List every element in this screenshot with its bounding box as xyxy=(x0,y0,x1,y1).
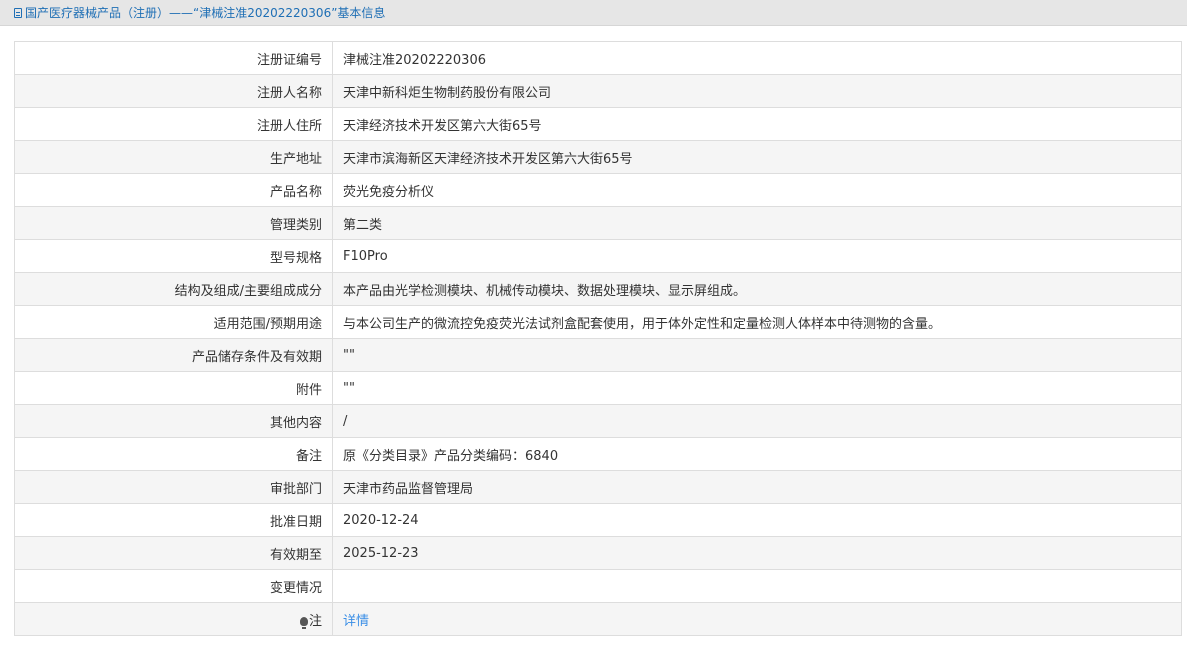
row-value-intended-use: 与本公司生产的微流控免疫荧光法试剂盒配套使用，用于体外定性和定量检测人体样本中待… xyxy=(332,305,1182,339)
row-value-approval-dept: 天津市药品监督管理局 xyxy=(332,470,1182,504)
table-row: 注 详情 xyxy=(14,602,1182,636)
row-value-production-address: 天津市滨海新区天津经济技术开发区第六大街65号 xyxy=(332,140,1182,174)
row-label-attachment: 附件 xyxy=(14,371,333,405)
table-row: 审批部门 天津市药品监督管理局 xyxy=(14,470,1182,504)
row-value-registrant-name: 天津中新科炬生物制药股份有限公司 xyxy=(332,74,1182,108)
details-link[interactable]: 详情 xyxy=(343,614,369,629)
row-value-management-class: 第二类 xyxy=(332,206,1182,240)
row-value-registrant-address: 天津经济技术开发区第六大街65号 xyxy=(332,107,1182,141)
table-row: 生产地址 天津市滨海新区天津经济技术开发区第六大街65号 xyxy=(14,140,1182,174)
table-row: 其他内容 / xyxy=(14,404,1182,438)
row-value-other: / xyxy=(332,404,1182,438)
row-label-registrant-address: 注册人住所 xyxy=(14,107,333,141)
row-label-management-class: 管理类别 xyxy=(14,206,333,240)
row-value-note: 详情 xyxy=(332,602,1182,636)
row-label-approval-date: 批准日期 xyxy=(14,503,333,537)
row-value-approval-date: 2020-12-24 xyxy=(332,503,1182,537)
row-label-model-spec: 型号规格 xyxy=(14,239,333,273)
table-row: 批准日期 2020-12-24 xyxy=(14,503,1182,537)
table-row: 结构及组成/主要组成成分 本产品由光学检测模块、机械传动模块、数据处理模块、显示… xyxy=(14,272,1182,306)
table-row: 注册证编号 津械注准20202220306 xyxy=(14,41,1182,75)
row-label-valid-until: 有效期至 xyxy=(14,536,333,570)
row-label-remarks: 备注 xyxy=(14,437,333,471)
breadcrumb: 国产医疗器械产品（注册）——“津械注准20202220306”基本信息 xyxy=(0,0,1187,26)
table-row: 产品名称 荧光免疫分析仪 xyxy=(14,173,1182,207)
info-table: 注册证编号 津械注准20202220306 注册人名称 天津中新科炬生物制药股份… xyxy=(14,41,1182,636)
row-label-registrant-name: 注册人名称 xyxy=(14,74,333,108)
table-row: 附件 "" xyxy=(14,371,1182,405)
table-row: 注册人名称 天津中新科炬生物制药股份有限公司 xyxy=(14,74,1182,108)
row-label-registration-number: 注册证编号 xyxy=(14,41,333,75)
row-label-production-address: 生产地址 xyxy=(14,140,333,174)
row-value-storage: "" xyxy=(332,338,1182,372)
row-value-valid-until: 2025-12-23 xyxy=(332,536,1182,570)
breadcrumb-text: 国产医疗器械产品（注册）——“津械注准20202220306”基本信息 xyxy=(25,6,386,20)
table-row: 适用范围/预期用途 与本公司生产的微流控免疫荧光法试剂盒配套使用，用于体外定性和… xyxy=(14,305,1182,339)
row-value-registration-number: 津械注准20202220306 xyxy=(332,41,1182,75)
table-row: 产品储存条件及有效期 "" xyxy=(14,338,1182,372)
table-row: 有效期至 2025-12-23 xyxy=(14,536,1182,570)
table-row: 备注 原《分类目录》产品分类编码：6840 xyxy=(14,437,1182,471)
row-value-remarks: 原《分类目录》产品分类编码：6840 xyxy=(332,437,1182,471)
row-label-other: 其他内容 xyxy=(14,404,333,438)
row-label-structure: 结构及组成/主要组成成分 xyxy=(14,272,333,306)
row-value-structure: 本产品由光学检测模块、机械传动模块、数据处理模块、显示屏组成。 xyxy=(332,272,1182,306)
row-value-model-spec: F10Pro xyxy=(332,239,1182,273)
table-row: 型号规格 F10Pro xyxy=(14,239,1182,273)
lightbulb-icon xyxy=(299,616,308,629)
row-value-product-name: 荧光免疫分析仪 xyxy=(332,173,1182,207)
info-table-container: 注册证编号 津械注准20202220306 注册人名称 天津中新科炬生物制药股份… xyxy=(14,41,1182,636)
table-row: 管理类别 第二类 xyxy=(14,206,1182,240)
row-value-changes xyxy=(332,569,1182,603)
note-label: 注 xyxy=(308,613,322,629)
table-row: 变更情况 xyxy=(14,569,1182,603)
row-value-attachment: "" xyxy=(332,371,1182,405)
row-label-approval-dept: 审批部门 xyxy=(14,470,333,504)
row-label-intended-use: 适用范围/预期用途 xyxy=(14,305,333,339)
row-label-storage: 产品储存条件及有效期 xyxy=(14,338,333,372)
document-icon xyxy=(14,7,22,18)
table-row: 注册人住所 天津经济技术开发区第六大街65号 xyxy=(14,107,1182,141)
row-label-note: 注 xyxy=(14,602,333,636)
row-label-changes: 变更情况 xyxy=(14,569,333,603)
row-label-product-name: 产品名称 xyxy=(14,173,333,207)
